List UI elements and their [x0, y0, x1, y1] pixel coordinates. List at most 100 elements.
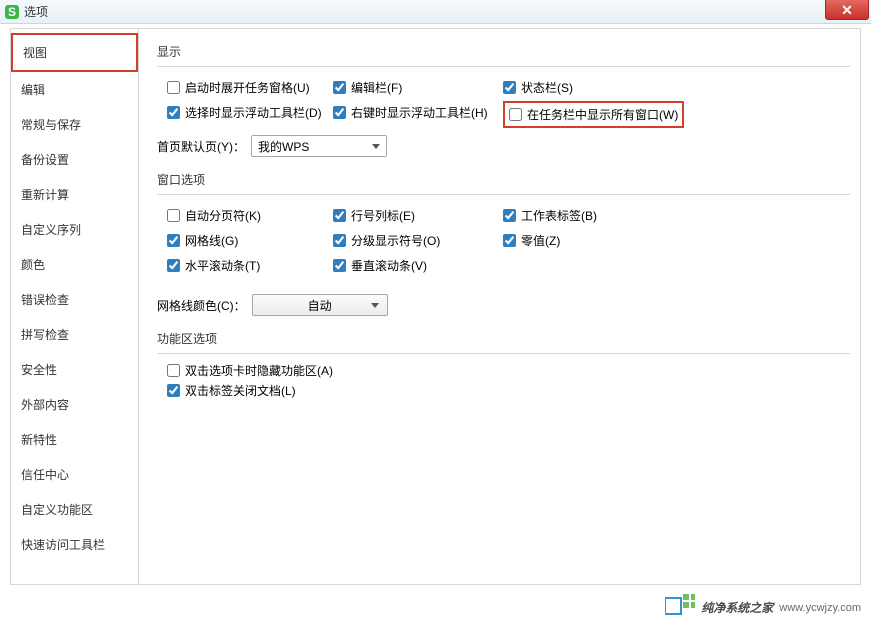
- content-panel: 显示 启动时展开任务窗格(U) 编辑栏(F) 状态栏(S) 选择时显示浮动工具栏(D)…: [139, 29, 860, 584]
- sidebar-item-1[interactable]: 编辑: [11, 72, 138, 107]
- checkbox-ribbon-0[interactable]: 双击选项卡时隐藏功能区(A): [167, 362, 850, 379]
- sidebar-item-4[interactable]: 重新计算: [11, 177, 138, 212]
- app-logo-icon: S: [4, 4, 20, 20]
- checkbox-winopts-rows-0-1[interactable]: 行号列标(E): [333, 207, 503, 224]
- sidebar-item-11[interactable]: 新特性: [11, 422, 138, 457]
- watermark-url: www.ycwjzy.com: [779, 602, 861, 614]
- option-cell: 分级显示符号(O): [333, 228, 503, 253]
- close-button[interactable]: ✕: [825, 0, 869, 20]
- checkbox-display-rows-0-1[interactable]: 编辑栏(F): [333, 79, 503, 96]
- checkbox-display-rows-0-0[interactable]: 启动时展开任务窗格(U): [167, 79, 333, 96]
- option-row: 选择时显示浮动工具栏(D) 右键时显示浮动工具栏(H) 在任务栏中显示所有窗口(W): [157, 100, 850, 129]
- checkbox-input[interactable]: [333, 259, 346, 272]
- sidebar-item-9[interactable]: 安全性: [11, 352, 138, 387]
- option-cell: 垂直滚动条(V): [333, 253, 503, 278]
- checkbox-input[interactable]: [167, 106, 180, 119]
- sidebar-item-8[interactable]: 拼写检查: [11, 317, 138, 352]
- checkbox-label: 在任务栏中显示所有窗口(W): [527, 106, 678, 123]
- checkbox-display-rows-1-1[interactable]: 右键时显示浮动工具栏(H): [333, 104, 503, 121]
- option-row: 水平滚动条(T)垂直滚动条(V): [157, 253, 850, 278]
- checkbox-winopts-rows-1-0[interactable]: 网格线(G): [167, 232, 333, 249]
- checkbox-label: 双击标签关闭文档(L): [185, 382, 296, 399]
- option-cell: 选择时显示浮动工具栏(D): [157, 100, 333, 129]
- checkbox-ribbon-1[interactable]: 双击标签关闭文档(L): [167, 382, 850, 399]
- checkbox-display-rows-0-2[interactable]: 状态栏(S): [503, 79, 573, 96]
- checkbox-input[interactable]: [167, 209, 180, 222]
- option-cell: 状态栏(S): [503, 75, 573, 100]
- options-window: S 选项 ✕ 视图编辑常规与保存备份设置重新计算自定义序列颜色错误检查拼写检查安…: [0, 0, 871, 631]
- checkbox-label: 编辑栏(F): [351, 79, 402, 96]
- checkbox-label: 双击选项卡时隐藏功能区(A): [185, 362, 333, 379]
- section-winopts-title: 窗口选项: [157, 171, 850, 188]
- checkbox-input[interactable]: [333, 106, 346, 119]
- checkbox-input[interactable]: [503, 81, 516, 94]
- sidebar-item-10[interactable]: 外部内容: [11, 387, 138, 422]
- watermark-logo-icon: [665, 594, 695, 621]
- option-row: 启动时展开任务窗格(U) 编辑栏(F) 状态栏(S): [157, 75, 850, 100]
- checkbox-winopts-rows-1-2[interactable]: 零值(Z): [503, 232, 560, 249]
- watermark-text: 纯净系统之家: [701, 599, 773, 616]
- checkbox-input[interactable]: [333, 81, 346, 94]
- checkbox-label: 自动分页符(K): [185, 207, 261, 224]
- sidebar-item-5[interactable]: 自定义序列: [11, 212, 138, 247]
- section-display-title: 显示: [157, 43, 850, 60]
- grid-color-combobox[interactable]: 自动: [252, 294, 388, 316]
- sidebar-item-6[interactable]: 颜色: [11, 247, 138, 282]
- checkbox-label: 行号列标(E): [351, 207, 415, 224]
- checkbox-input[interactable]: [167, 364, 180, 377]
- sidebar-item-7[interactable]: 错误检查: [11, 282, 138, 317]
- checkbox-label: 网格线(G): [185, 232, 238, 249]
- checkbox-input[interactable]: [509, 108, 522, 121]
- checkbox-label: 启动时展开任务窗格(U): [185, 79, 310, 96]
- highlight-box: 在任务栏中显示所有窗口(W): [503, 101, 684, 128]
- checkbox-winopts-rows-0-0[interactable]: 自动分页符(K): [167, 207, 333, 224]
- default-tab-value: 我的WPS: [258, 138, 309, 155]
- option-cell: 在任务栏中显示所有窗口(W): [503, 100, 684, 129]
- checkbox-input[interactable]: [333, 234, 346, 247]
- checkbox-winopts-rows-1-1[interactable]: 分级显示符号(O): [333, 232, 503, 249]
- sidebar-item-0[interactable]: 视图: [11, 33, 138, 72]
- close-icon: ✕: [841, 3, 853, 17]
- checkbox-label: 零值(Z): [521, 232, 560, 249]
- sidebar-item-2[interactable]: 常规与保存: [11, 107, 138, 142]
- default-tab-label: 首页默认页(Y)：: [157, 138, 245, 155]
- default-tab-row: 首页默认页(Y)： 我的WPS: [157, 135, 850, 157]
- default-tab-combobox[interactable]: 我的WPS: [251, 135, 387, 157]
- checkbox-input[interactable]: [167, 234, 180, 247]
- sidebar-item-14[interactable]: 快速访问工具栏: [11, 527, 138, 562]
- checkbox-label: 状态栏(S): [521, 79, 573, 96]
- checkbox-input[interactable]: [503, 209, 516, 222]
- chevron-down-icon: [372, 144, 380, 149]
- divider: [157, 66, 850, 67]
- option-row: 自动分页符(K) 行号列标(E) 工作表标签(B): [157, 203, 850, 228]
- grid-color-label: 网格线颜色(C)：: [157, 297, 246, 314]
- sidebar-item-13[interactable]: 自定义功能区: [11, 492, 138, 527]
- checkbox-label: 右键时显示浮动工具栏(H): [351, 104, 488, 121]
- option-cell: 零值(Z): [503, 228, 560, 253]
- checkbox-display-rows-1-2[interactable]: 在任务栏中显示所有窗口(W): [509, 106, 678, 123]
- dialog-body: 视图编辑常规与保存备份设置重新计算自定义序列颜色错误检查拼写检查安全性外部内容新…: [10, 28, 861, 585]
- checkbox-input[interactable]: [333, 209, 346, 222]
- option-cell: 行号列标(E): [333, 203, 503, 228]
- sidebar-item-3[interactable]: 备份设置: [11, 142, 138, 177]
- watermark: 纯净系统之家 www.ycwjzy.com: [665, 594, 861, 621]
- checkbox-winopts-rows-2-0[interactable]: 水平滚动条(T): [167, 257, 333, 274]
- checkbox-label: 选择时显示浮动工具栏(D): [185, 104, 322, 121]
- checkbox-label: 分级显示符号(O): [351, 232, 440, 249]
- checkbox-display-rows-1-0[interactable]: 选择时显示浮动工具栏(D): [167, 104, 333, 121]
- checkbox-input[interactable]: [503, 234, 516, 247]
- category-sidebar: 视图编辑常规与保存备份设置重新计算自定义序列颜色错误检查拼写检查安全性外部内容新…: [11, 29, 139, 584]
- chevron-down-icon: [371, 303, 379, 308]
- checkbox-label: 工作表标签(B): [521, 207, 597, 224]
- option-cell: 网格线(G): [157, 228, 333, 253]
- checkbox-input[interactable]: [167, 259, 180, 272]
- sidebar-item-12[interactable]: 信任中心: [11, 457, 138, 492]
- option-cell: 水平滚动条(T): [157, 253, 333, 278]
- checkbox-input[interactable]: [167, 384, 180, 397]
- checkbox-winopts-rows-2-1[interactable]: 垂直滚动条(V): [333, 257, 503, 274]
- option-cell: 编辑栏(F): [333, 75, 503, 100]
- titlebar: S 选项 ✕: [0, 0, 871, 24]
- checkbox-winopts-rows-0-2[interactable]: 工作表标签(B): [503, 207, 597, 224]
- checkbox-input[interactable]: [167, 81, 180, 94]
- option-cell: 自动分页符(K): [157, 203, 333, 228]
